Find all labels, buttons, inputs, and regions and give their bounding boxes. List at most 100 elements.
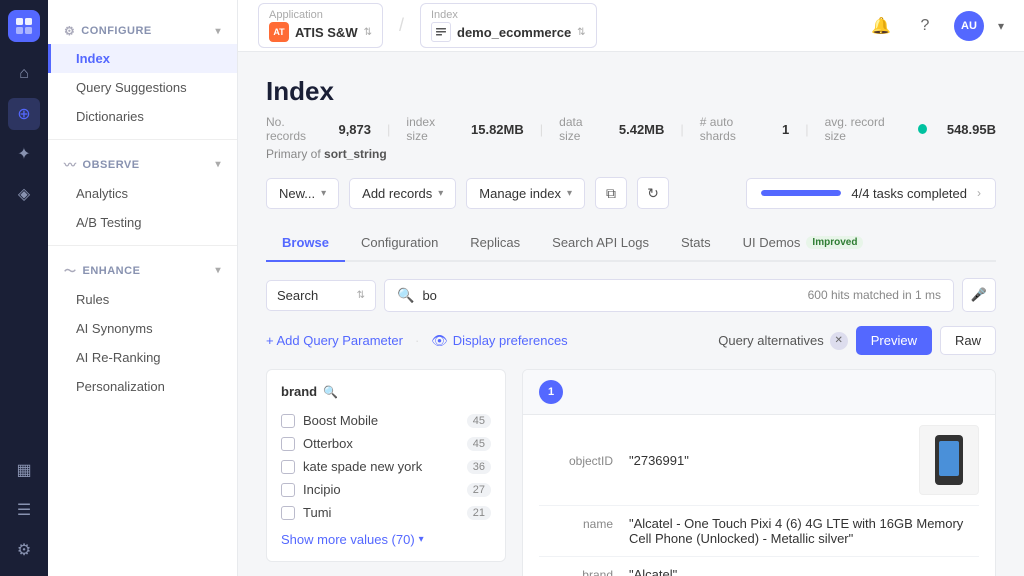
facet-checkbox-0[interactable] — [281, 414, 295, 428]
nav-analytics[interactable]: Analytics — [48, 179, 237, 208]
sidebar-icon-list[interactable]: ☰ — [8, 494, 40, 526]
search-input[interactable] — [422, 288, 799, 303]
no-records-label: No. records — [266, 115, 322, 143]
enhance-icon: 〜 — [64, 262, 77, 279]
auto-shards-label: # auto shards — [700, 115, 766, 143]
app-chevron: ⇅ — [364, 27, 372, 38]
phone-icon — [935, 435, 963, 485]
index-selector[interactable]: Index demo_ecommerce ⇅ — [420, 3, 597, 48]
facet-count-4: 21 — [467, 506, 491, 520]
facet-search-icon[interactable]: 🔍 — [323, 385, 338, 399]
sidebar-icon-diamond[interactable]: ◈ — [8, 178, 40, 210]
facet-count-0: 45 — [467, 414, 491, 428]
facet-item-1[interactable]: Otterbox 45 — [281, 432, 491, 455]
top-header: Application AT ATIS S&W ⇅ / Index demo_e… — [238, 0, 1024, 52]
facet-item-2[interactable]: kate spade new york 36 — [281, 455, 491, 478]
refresh-button[interactable]: ↻ — [637, 177, 669, 209]
observe-icon: 〰 — [64, 156, 77, 173]
nav-panel: ⚙ CONFIGURE ▾ Index Query Suggestions Di… — [48, 0, 238, 576]
copy-button[interactable]: ⧉ — [595, 177, 627, 209]
tab-configuration[interactable]: Configuration — [345, 225, 454, 262]
nav-ai-synonyms[interactable]: AI Synonyms — [48, 314, 237, 343]
nav-dictionaries[interactable]: Dictionaries — [48, 102, 237, 131]
show-more-button[interactable]: Show more values (70) ▾ — [281, 532, 491, 547]
index-meta: No. records 9,873 | index size 15.82MB |… — [266, 115, 996, 143]
app-icon: AT — [269, 22, 289, 42]
enhance-section[interactable]: 〜 ENHANCE ▾ — [48, 254, 237, 285]
observe-section[interactable]: 〰 OBSERVE ▾ — [48, 148, 237, 179]
index-size-label: index size — [406, 115, 455, 143]
raw-button[interactable]: Raw — [940, 326, 996, 355]
search-input-container: 🔍 600 hits matched in 1 ms — [384, 279, 954, 312]
add-records-button[interactable]: Add records ▾ — [349, 178, 456, 209]
display-preferences-button[interactable]: 👁 Display preferences — [431, 333, 567, 349]
configure-section[interactable]: ⚙ CONFIGURE ▾ — [48, 16, 237, 44]
facet-count-3: 27 — [467, 483, 491, 497]
tab-browse[interactable]: Browse — [266, 225, 345, 262]
facet-count-2: 36 — [467, 460, 491, 474]
new-chevron: ▾ — [321, 188, 326, 199]
manage-index-button[interactable]: Manage index ▾ — [466, 178, 585, 209]
facet-title: brand 🔍 — [281, 384, 491, 399]
facet-item-0[interactable]: Boost Mobile 45 — [281, 409, 491, 432]
tab-search-api-logs[interactable]: Search API Logs — [536, 225, 665, 262]
header-icons: 🔔 ? AU ▾ — [866, 11, 1004, 41]
tabs-bar: Browse Configuration Replicas Search API… — [266, 225, 996, 262]
add-query-param-button[interactable]: + Add Query Parameter — [266, 329, 403, 352]
tab-ui-demos[interactable]: UI Demos Improved — [727, 225, 880, 262]
facet-item-3[interactable]: Incipio 27 — [281, 478, 491, 501]
progress-bar-fill — [761, 190, 841, 196]
app-label: Application — [269, 9, 372, 21]
facet-checkbox-4[interactable] — [281, 506, 295, 520]
nav-ab-testing[interactable]: A/B Testing — [48, 208, 237, 237]
facet-checkbox-2[interactable] — [281, 460, 295, 474]
facet-label-3: Incipio — [303, 482, 341, 497]
sidebar-icon-settings[interactable]: ⚙ — [8, 534, 40, 566]
preview-button[interactable]: Preview — [856, 326, 932, 355]
index-chevron: ⇅ — [577, 27, 585, 38]
sidebar-icon-search[interactable]: ⊕ — [8, 98, 40, 130]
nav-ai-reranking[interactable]: AI Re-Ranking — [48, 343, 237, 372]
sidebar-icon-star[interactable]: ✦ — [8, 138, 40, 170]
help-button[interactable]: ? — [910, 11, 940, 41]
notifications-button[interactable]: 🔔 — [866, 11, 896, 41]
tab-stats[interactable]: Stats — [665, 225, 727, 262]
sidebar-icon-home[interactable]: ⌂ — [8, 58, 40, 90]
primary-of-value: sort_string — [324, 147, 387, 161]
brand-facet: brand 🔍 Boost Mobile 45 Otterbox 45 — [266, 369, 506, 562]
field-name-brand: brand — [539, 567, 629, 576]
app-name: ATIS S&W — [295, 25, 358, 40]
record-fields: objectID "2736991" name "Alcatel - One T… — [523, 415, 995, 576]
progress-bar-container — [761, 190, 841, 196]
avg-record-label: avg. record size — [825, 115, 902, 143]
nav-index[interactable]: Index — [48, 44, 237, 73]
add-records-chevron: ▾ — [438, 188, 443, 199]
microphone-button[interactable]: 🎤 — [962, 278, 996, 312]
search-row: Search ⇅ 🔍 600 hits matched in 1 ms 🎤 — [266, 278, 996, 312]
improved-badge: Improved — [806, 236, 863, 249]
facet-checkbox-3[interactable] — [281, 483, 295, 497]
record-panel: 1 objectID "2736991" name "Alcatel - O — [522, 369, 996, 576]
data-size-value: 5.42MB — [619, 122, 665, 137]
query-alternatives-label: Query alternatives ✕ — [718, 332, 848, 350]
toolbar: New... ▾ Add records ▾ Manage index ▾ ⧉ … — [266, 177, 996, 209]
nav-rules[interactable]: Rules — [48, 285, 237, 314]
facet-checkbox-1[interactable] — [281, 437, 295, 451]
user-avatar[interactable]: AU — [954, 11, 984, 41]
facet-item-4[interactable]: Tumi 21 — [281, 501, 491, 524]
meta-sep1: | — [387, 122, 390, 137]
nav-query-suggestions[interactable]: Query Suggestions — [48, 73, 237, 102]
tab-replicas[interactable]: Replicas — [454, 225, 536, 262]
user-menu-chevron[interactable]: ▾ — [998, 19, 1004, 33]
product-thumbnail — [919, 425, 979, 495]
field-row-brand: brand "Alcatel" — [539, 557, 979, 576]
sidebar-icon-chart[interactable]: ▦ — [8, 454, 40, 486]
index-label: Index — [431, 9, 586, 21]
app-selector[interactable]: Application AT ATIS S&W ⇅ — [258, 3, 383, 48]
field-row-objectid: objectID "2736991" — [539, 415, 979, 506]
tasks-button[interactable]: 4/4 tasks completed › — [746, 178, 996, 209]
query-alternatives-close[interactable]: ✕ — [830, 332, 848, 350]
new-button[interactable]: New... ▾ — [266, 178, 339, 209]
nav-personalization[interactable]: Personalization — [48, 372, 237, 401]
search-type-select[interactable]: Search ⇅ — [266, 280, 376, 311]
